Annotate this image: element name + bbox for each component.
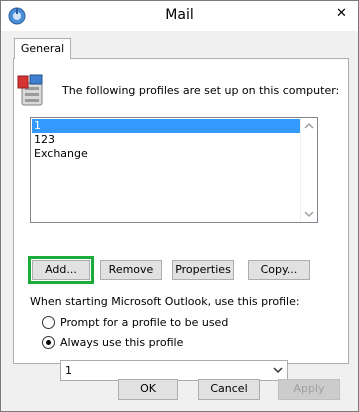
always-use-profile-label[interactable]: Always use this profile [60, 336, 183, 349]
window-title: Mail [165, 7, 194, 23]
scroll-down-icon[interactable] [301, 206, 317, 222]
add-button[interactable]: Add... [32, 260, 90, 280]
ok-button[interactable]: OK [118, 379, 178, 400]
prompt-profile-radio-row[interactable]: Prompt for a profile to be used [42, 314, 228, 330]
profiles-intro-text: The following profiles are set up on thi… [62, 84, 340, 97]
profile-select[interactable]: 1 [60, 360, 288, 381]
remove-button[interactable]: Remove [100, 260, 162, 280]
prompt-profile-label[interactable]: Prompt for a profile to be used [60, 316, 228, 329]
dialog-body: General The following profiles are set u… [1, 31, 358, 411]
prompt-profile-radio[interactable] [42, 315, 55, 329]
profile-list-item[interactable]: Exchange [32, 147, 300, 161]
always-use-profile-radio[interactable] [42, 335, 55, 349]
apply-button[interactable]: Apply [278, 379, 340, 400]
always-use-profile-radio-row[interactable]: Always use this profile [42, 334, 183, 350]
profiles-scrollbar[interactable] [300, 118, 317, 222]
scroll-up-icon[interactable] [301, 118, 317, 134]
chevron-down-icon[interactable] [273, 365, 283, 375]
mail-profiles-icon [17, 74, 43, 106]
mail-dialog: Mail ✕ General The following profiles ar… [0, 0, 359, 412]
title-bar: Mail ✕ [1, 1, 358, 31]
properties-button[interactable]: Properties [172, 260, 234, 280]
profile-list-item[interactable]: 1 [32, 119, 300, 133]
profiles-listbox[interactable]: 1 123 Exchange [30, 117, 318, 223]
cancel-button[interactable]: Cancel [198, 379, 260, 400]
close-button[interactable]: ✕ [326, 2, 357, 24]
copy-button[interactable]: Copy... [248, 260, 310, 280]
close-icon: ✕ [336, 5, 347, 21]
profile-select-value: 1 [65, 364, 72, 377]
tab-general[interactable]: General [14, 38, 71, 59]
startup-profile-label: When starting Microsoft Outlook, use thi… [30, 295, 300, 308]
profile-list-item[interactable]: 123 [32, 133, 300, 147]
